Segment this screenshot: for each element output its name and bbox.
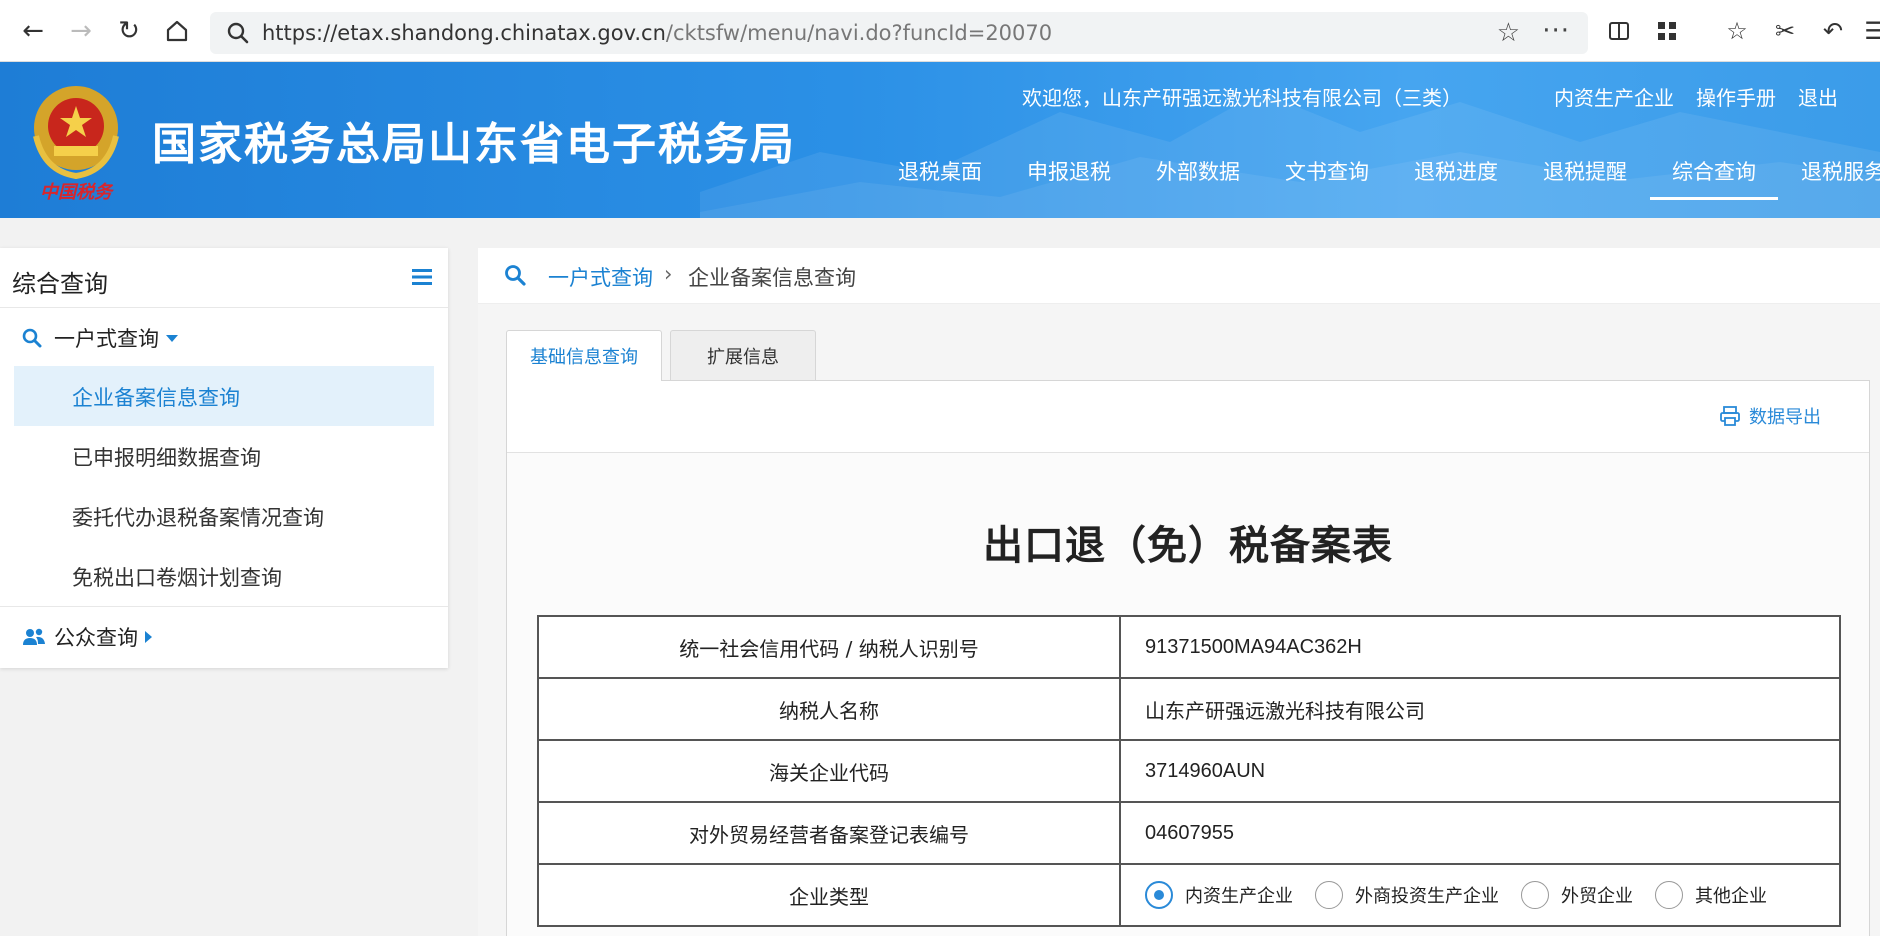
sidebar-group-label: 一户式查询	[54, 327, 159, 351]
tab-extended-info[interactable]: 扩展信息	[670, 330, 816, 380]
hamburger-icon[interactable]	[412, 268, 432, 286]
address-bar[interactable]: https://etax.shandong.chinatax.gov.cn/ck…	[210, 12, 1588, 54]
export-label: 数据导出	[1749, 407, 1821, 428]
search-icon	[22, 328, 42, 348]
radio-circle	[1145, 881, 1173, 909]
sidebar-item-agency-filing[interactable]: 委托代办退税备案情况查询	[14, 486, 434, 546]
enterprise-type-radio-group: 内资生产企业 外商投资生产企业 外贸企业 其他企业	[1145, 881, 1839, 909]
radio-foreign-trade[interactable]: 外贸企业	[1521, 881, 1633, 909]
nav-tax-desk[interactable]: 退税桌面	[898, 156, 982, 200]
table-row: 企业类型 内资生产企业 外商投资生产企业 外贸企业 其他企业	[537, 863, 1841, 927]
undo-icon[interactable]: ↶	[1816, 14, 1850, 48]
table-row: 对外贸易经营者备案登记表编号 04607955	[537, 801, 1841, 865]
sidebar-item-declared-details[interactable]: 已申报明细数据查询	[14, 426, 434, 486]
more-dots-icon[interactable]: ···	[1542, 16, 1570, 46]
welcome-text: 欢迎您，山东产研强远激光科技有限公司（三类）	[1022, 86, 1462, 110]
row-value: 04607955	[1119, 801, 1841, 865]
document-title: 出口退（免）税备案表	[983, 523, 1393, 569]
svg-text:中国税务: 中国税务	[40, 182, 115, 203]
printer-icon	[1720, 406, 1740, 426]
row-value: 91371500MA94AC362H	[1119, 615, 1841, 679]
sidebar-item-filing-info[interactable]: 企业备案信息查询	[14, 366, 434, 426]
apps-grid-icon[interactable]	[1650, 14, 1684, 48]
home-icon[interactable]	[160, 14, 194, 48]
url-text: https://etax.shandong.chinatax.gov.cn/ck…	[262, 21, 1053, 45]
sidebar-group-public-query[interactable]: 公众查询	[0, 607, 448, 665]
users-icon	[23, 628, 45, 645]
radio-circle	[1315, 881, 1343, 909]
sidebar-header: 综合查询	[0, 248, 448, 308]
breadcrumb-current: 企业备案信息查询	[688, 266, 856, 290]
nav-documents[interactable]: 文书查询	[1285, 156, 1369, 200]
breadcrumb: 一户式查询 › 企业备案信息查询	[478, 248, 1880, 304]
favorites-list-icon[interactable]: ☆	[1720, 14, 1754, 48]
link-logout[interactable]: 退出	[1798, 86, 1838, 110]
nav-comprehensive-query[interactable]: 综合查询	[1650, 156, 1778, 200]
row-label: 对外贸易经营者备案登记表编号	[537, 801, 1121, 865]
table-row: 统一社会信用代码 / 纳税人识别号 91371500MA94AC362H	[537, 615, 1841, 679]
tab-basic-info[interactable]: 基础信息查询	[506, 330, 662, 381]
sidebar: 综合查询 一户式查询 企业备案信息查询 已申报明细数据查询 委托代办退税备案情况…	[0, 248, 448, 668]
link-enterprise-type[interactable]: 内资生产企业	[1554, 86, 1674, 110]
row-label: 海关企业代码	[537, 739, 1121, 803]
sidebar-group-label: 公众查询	[54, 626, 138, 650]
nav-service[interactable]: 退税服务	[1801, 156, 1880, 200]
nav-external-data[interactable]: 外部数据	[1156, 156, 1240, 200]
radio-circle	[1521, 881, 1549, 909]
forward-arrow-icon[interactable]: →	[64, 14, 98, 48]
link-manual[interactable]: 操作手册	[1696, 86, 1776, 110]
browser-toolbar: ← → ↻ https://etax.shandong.chinatax.gov…	[0, 0, 1880, 62]
menu-icon[interactable]: ☰	[1858, 14, 1880, 48]
nav-progress[interactable]: 退税进度	[1414, 156, 1498, 200]
search-icon	[227, 22, 249, 44]
table-row: 纳税人名称 山东产研强远激光科技有限公司	[537, 677, 1841, 741]
reader-icon[interactable]	[1602, 14, 1636, 48]
table-row: 海关企业代码 3714960AUN	[537, 739, 1841, 803]
filing-table: 统一社会信用代码 / 纳税人识别号 91371500MA94AC362H 纳税人…	[537, 615, 1841, 927]
bookmark-star-icon[interactable]: ☆	[1497, 18, 1520, 48]
breadcrumb-separator: ›	[664, 262, 673, 286]
tax-emblem-logo: 中国税务	[33, 86, 119, 203]
back-arrow-icon[interactable]: ←	[16, 14, 50, 48]
filing-form-panel: 数据导出 出口退（免）税备案表 统一社会信用代码 / 纳税人识别号 913715…	[506, 380, 1870, 936]
row-label: 统一社会信用代码 / 纳税人识别号	[537, 615, 1121, 679]
row-value: 山东产研强远激光科技有限公司	[1119, 677, 1841, 741]
radio-foreign-invested[interactable]: 外商投资生产企业	[1315, 881, 1499, 909]
export-button[interactable]: 数据导出	[1719, 403, 1821, 429]
enterprise-type-cell: 内资生产企业 外商投资生产企业 外贸企业 其他企业	[1119, 863, 1841, 927]
breadcrumb-parent-link[interactable]: 一户式查询	[548, 262, 653, 292]
scissors-icon[interactable]: ✂	[1768, 14, 1802, 48]
content-area: 基础信息查询 扩展信息 数据导出 出口退（免）税备案表 统一社会信用代码 / 纳…	[478, 304, 1880, 936]
panel-toolbar: 数据导出	[507, 381, 1869, 453]
sidebar-item-cigarette-plan[interactable]: 免税出口卷烟计划查询	[14, 546, 434, 606]
nav-reminder[interactable]: 退税提醒	[1543, 156, 1627, 200]
sidebar-group-household-query[interactable]: 一户式查询	[0, 308, 448, 366]
row-label: 纳税人名称	[537, 677, 1121, 741]
top-links: 内资生产企业 操作手册 退出	[1554, 82, 1860, 111]
search-icon	[505, 265, 526, 286]
caret-right-icon	[145, 631, 152, 643]
main-panel: 一户式查询 › 企业备案信息查询 基础信息查询 扩展信息 数据导出 出口退（免）…	[478, 248, 1880, 936]
main-nav: 退税桌面 申报退税 外部数据 文书查询 退税进度 退税提醒 综合查询 退税服务	[898, 156, 1880, 200]
caret-down-icon	[166, 335, 178, 342]
radio-circle	[1655, 881, 1683, 909]
radio-domestic-production[interactable]: 内资生产企业	[1145, 881, 1293, 909]
row-label: 企业类型	[537, 863, 1121, 927]
site-header: 中国税务 国家税务总局山东省电子税务局 欢迎您，山东产研强远激光科技有限公司（三…	[0, 62, 1880, 218]
row-value: 3714960AUN	[1119, 739, 1841, 803]
sidebar-title: 综合查询	[12, 270, 108, 298]
nav-declare[interactable]: 申报退税	[1027, 156, 1111, 200]
site-title: 国家税务总局山东省电子税务局	[152, 119, 796, 170]
reload-icon[interactable]: ↻	[112, 14, 146, 48]
radio-other[interactable]: 其他企业	[1655, 881, 1767, 909]
